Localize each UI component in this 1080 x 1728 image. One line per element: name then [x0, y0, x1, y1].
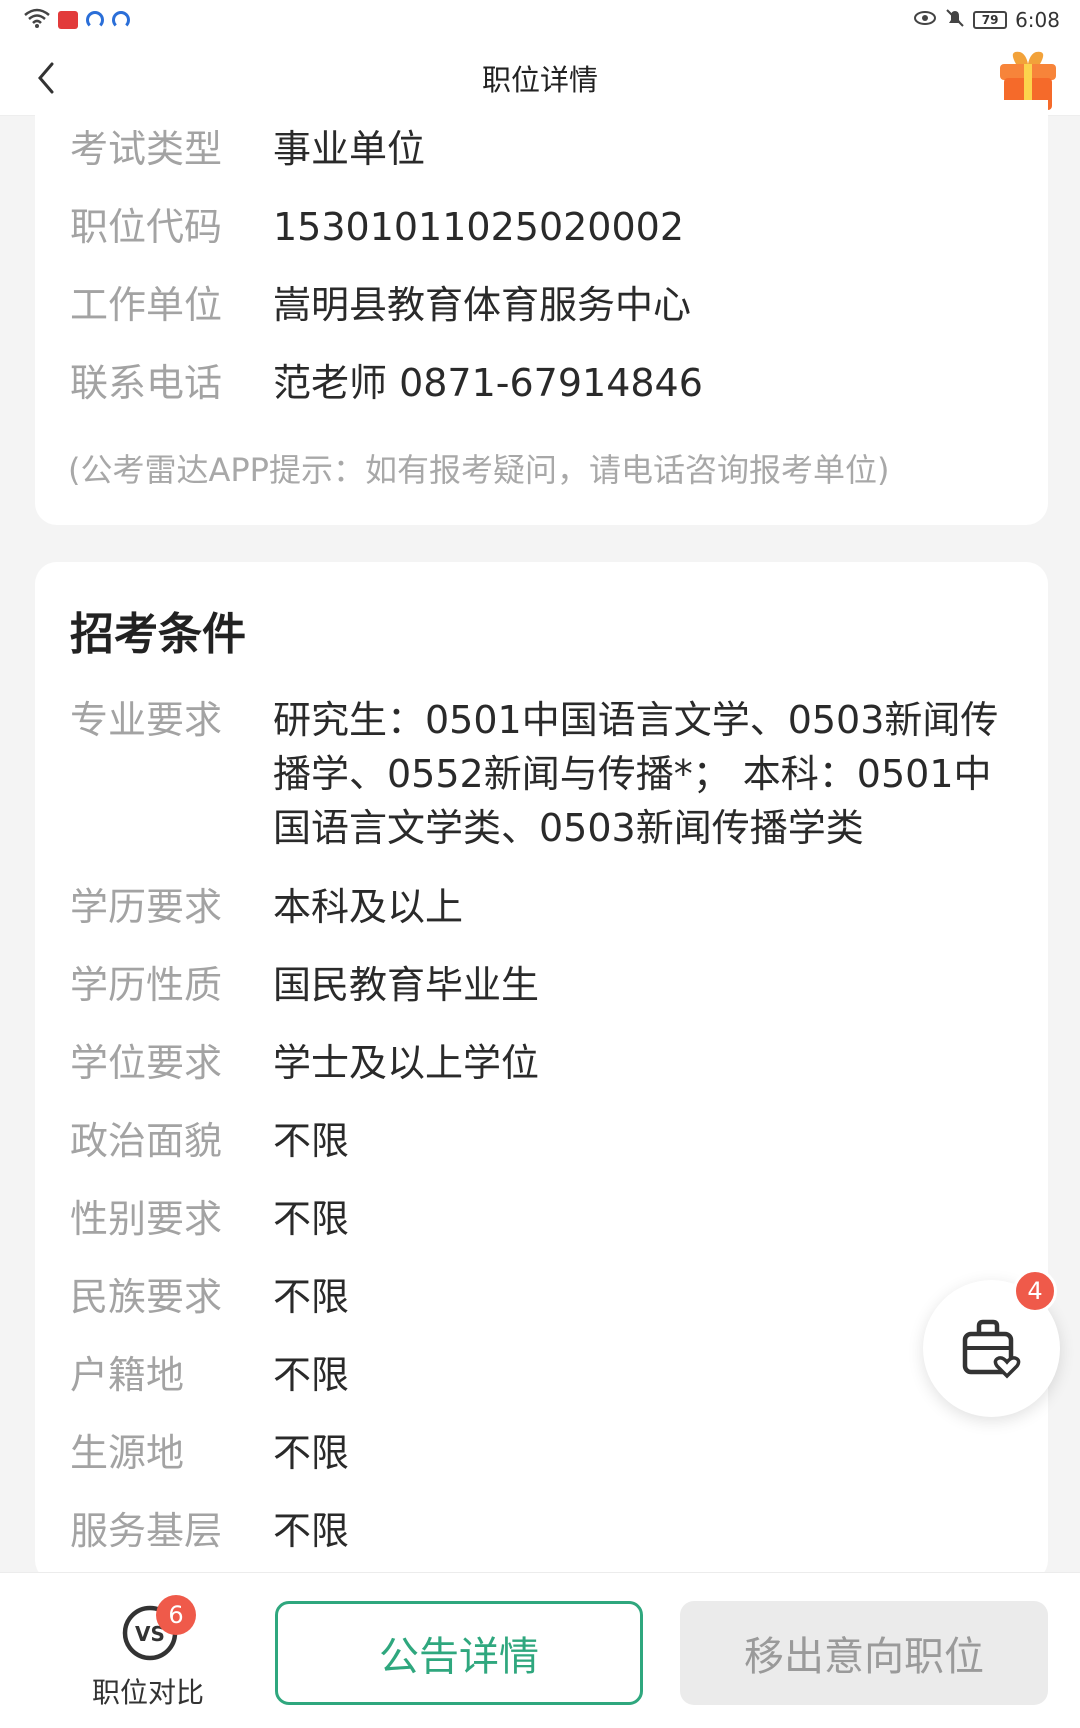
row-label: 专业要求: [70, 698, 223, 742]
row-value: 学士及以上学位: [273, 1041, 540, 1085]
row-label: 民族要求: [70, 1275, 223, 1319]
row-label: 性别要求: [70, 1197, 223, 1241]
row-label: 学历性质: [70, 963, 223, 1007]
status-right: 79 6:08: [913, 8, 1060, 32]
app-notification-icon-3: [112, 11, 130, 29]
row-label: 职位代码: [70, 205, 223, 249]
row-value: 不限: [273, 1275, 350, 1319]
condition-row-education: 学历要求 本科及以上: [70, 880, 1013, 934]
phone-value[interactable]: 范老师 0871-67914846: [273, 356, 1013, 410]
row-value: 不限: [273, 1353, 350, 1397]
compare-label: 职位对比: [92, 1676, 205, 1709]
chevron-left-icon: [38, 62, 54, 94]
row-value: 不限: [273, 1509, 350, 1553]
basic-info-card: 考试类型 事业单位 职位代码 1530101102502000​2 工作单位 嵩…: [35, 100, 1048, 525]
row-label: 学历要求: [70, 885, 223, 929]
row-label: 学位要求: [70, 1041, 223, 1085]
condition-row-degree: 学位要求 学士及以上学位: [70, 1036, 1013, 1090]
battery-icon: 79: [973, 11, 1008, 29]
row-label: 政治面貌: [70, 1119, 223, 1163]
condition-row-ethnicity: 民族要求 不限: [70, 1270, 1013, 1324]
compare-button[interactable]: VS 6 职位对比: [80, 1587, 220, 1717]
notice-detail-button[interactable]: 公告详情: [275, 1601, 643, 1705]
remove-intent-button[interactable]: 移出意向职位: [680, 1601, 1048, 1705]
hint-text: (公考雷达APP提示：如有报考疑问，请电话咨询报考单位): [68, 451, 890, 489]
row-label: 工作单位: [70, 283, 223, 327]
mute-bell-icon: [945, 8, 965, 32]
row-value: 不限: [273, 1119, 350, 1163]
status-bar: 79 6:08: [0, 0, 1080, 40]
info-row-employer: 工作单位 嵩明县教育体育服务中心: [70, 278, 1013, 332]
condition-row-grassroots: 服务基层 不限: [70, 1504, 1013, 1558]
status-time: 6:08: [1015, 8, 1060, 32]
row-value: 事业单位: [273, 127, 426, 171]
condition-row-political: 政治面貌 不限: [70, 1114, 1013, 1168]
bottom-bar: VS 6 职位对比 公告详情 移出意向职位: [0, 1572, 1080, 1728]
row-label: 户籍地: [70, 1353, 185, 1397]
app-notification-icon-2: [86, 11, 104, 29]
row-label: 考试类型: [70, 127, 223, 171]
row-label: 服务基层: [70, 1509, 223, 1553]
row-label: 生源地: [70, 1431, 185, 1475]
briefcase-heart-icon: [962, 1319, 1020, 1378]
status-left: [24, 8, 130, 32]
conditions-card: 招考条件 专业要求 研究生：0501中国语言文学、0503新闻传播学、0552新…: [35, 562, 1048, 1582]
row-value: 嵩明县教育体育服务中心: [273, 283, 692, 327]
eye-icon: [913, 9, 937, 31]
row-value: 本科及以上: [273, 885, 464, 929]
row-value: 研究生：0501中国语言文学、0503新闻传播学、0552新闻与传播*； 本科：…: [273, 698, 999, 850]
compare-count-badge: 6: [156, 1595, 196, 1635]
condition-row-gender: 性别要求 不限: [70, 1192, 1013, 1246]
row-value: 1530101102502000​2: [273, 205, 685, 249]
basket-count-badge: 4: [1013, 1269, 1057, 1313]
row-value: 国民教育毕业生: [273, 963, 540, 1007]
row-value: 不限: [273, 1431, 350, 1475]
app-notification-icon: [58, 11, 78, 29]
info-row-exam-type: 考试类型 事业单位: [70, 122, 1013, 176]
section-title: 招考条件: [70, 609, 246, 660]
condition-row-household: 户籍地 不限: [70, 1348, 1013, 1402]
row-label: 联系电话: [70, 361, 223, 405]
condition-row-education-type: 学历性质 国民教育毕业生: [70, 958, 1013, 1012]
page-title: 职位详情: [481, 62, 598, 97]
row-value: 不限: [273, 1197, 350, 1241]
info-row-position-code: 职位代码 1530101102502000​2: [70, 200, 1013, 254]
back-button[interactable]: [24, 56, 68, 100]
condition-row-major: 专业要求 研究生：0501中国语言文学、0503新闻传播学、0552新闻与传播*…: [70, 693, 1013, 855]
info-row-phone: 联系电话 范老师 0871-67914846: [70, 356, 1013, 410]
condition-row-origin: 生源地 不限: [70, 1426, 1013, 1480]
wifi-icon: [24, 8, 50, 32]
